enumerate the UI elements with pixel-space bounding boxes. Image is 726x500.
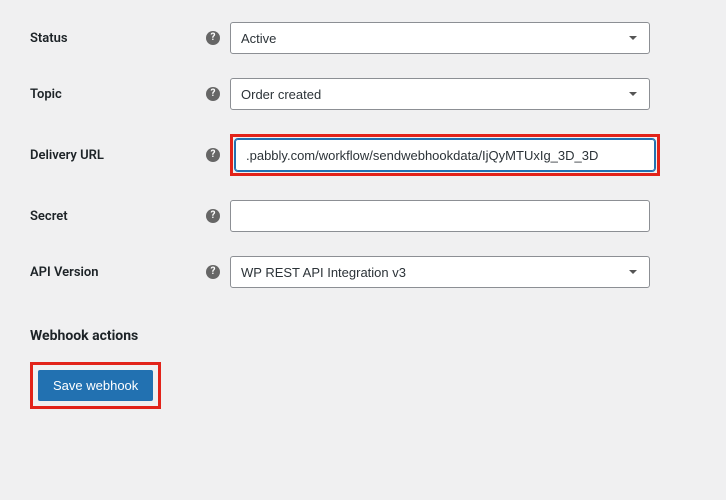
topic-select[interactable]: Order created (230, 78, 650, 110)
delivery-url-label-cell: Delivery URL ? (30, 122, 230, 188)
help-icon[interactable]: ? (206, 31, 220, 45)
submit-wrap: Save webhook (30, 362, 696, 409)
delivery-url-highlight (230, 134, 660, 176)
topic-label: Topic (30, 87, 62, 102)
webhook-actions-heading: Webhook actions (30, 328, 696, 344)
status-label: Status (30, 31, 68, 46)
api-version-label-cell: API Version ? (30, 244, 230, 300)
save-button-highlight: Save webhook (30, 362, 161, 409)
secret-input[interactable] (230, 200, 650, 232)
secret-label: Secret (30, 209, 68, 224)
status-label-cell: Status ? (30, 10, 230, 66)
secret-label-cell: Secret ? (30, 188, 230, 244)
help-icon[interactable]: ? (206, 209, 220, 223)
help-icon[interactable]: ? (206, 265, 220, 279)
status-select[interactable]: Active (230, 22, 650, 54)
api-version-select[interactable]: WP REST API Integration v3 (230, 256, 650, 288)
api-version-label: API Version (30, 265, 99, 280)
help-icon[interactable]: ? (206, 87, 220, 101)
webhook-form-table: Status ? Active Topic ? Order created (30, 10, 696, 300)
help-icon[interactable]: ? (206, 148, 220, 162)
save-webhook-button[interactable]: Save webhook (38, 370, 153, 401)
topic-label-cell: Topic ? (30, 66, 230, 122)
delivery-url-input[interactable] (235, 139, 655, 171)
delivery-url-label: Delivery URL (30, 148, 104, 163)
